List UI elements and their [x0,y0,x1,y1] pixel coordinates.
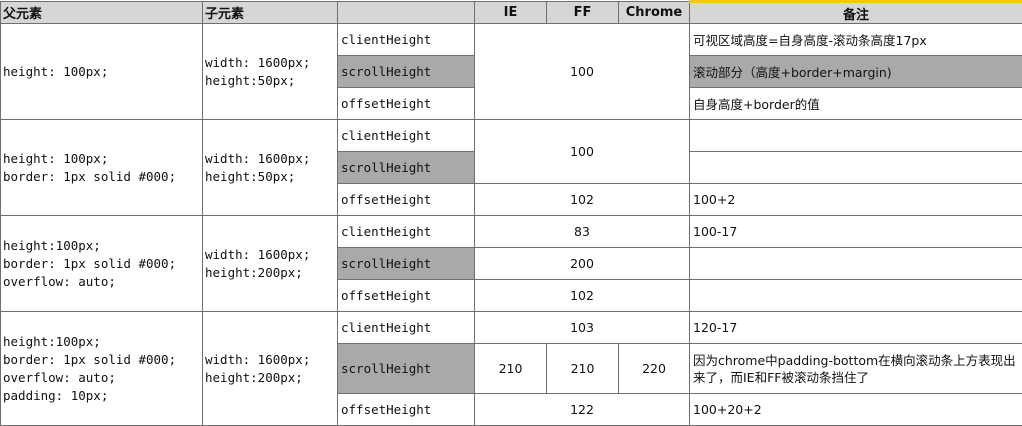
property-cell: clientHeight [337,23,475,56]
note-cell [689,247,1022,280]
child-css-cell: width: 1600px; height:50px; [202,119,338,216]
property-cell: clientHeight [337,215,475,248]
header-ie: IE [474,1,547,24]
property-cell: clientHeight [337,119,475,152]
property-cell: scrollHeight [337,55,475,88]
note-cell [689,151,1022,184]
comparison-table: 父元素 子元素 IE FF Chrome 备注 height: 100px; w… [0,0,1022,426]
note-cell: 100+20+2 [689,393,1022,426]
child-css-cell: width: 1600px; height:200px; [202,311,338,426]
child-css-cell: width: 1600px; height:200px; [202,215,338,312]
note-cell [689,119,1022,152]
header-row: 父元素 子元素 IE FF Chrome 备注 [0,0,1022,24]
table-row: height:100px; border: 1px solid #000; ov… [0,215,1022,312]
header-child: 子元素 [202,1,338,24]
note-cell: 因为chrome中padding-bottom在横向滚动条上方表现出来了，而IE… [689,343,1022,394]
value-cell: 200 [474,247,690,280]
note-cell: 可视区域高度=自身高度-滚动条高度17px [689,23,1022,56]
parent-css-cell: height: 100px; [0,23,203,120]
value-cell: 122 [474,393,690,426]
note-cell: 120-17 [689,311,1022,344]
note-cell: 100+2 [689,183,1022,216]
ie-value-cell: 210 [474,343,547,394]
property-cell: scrollHeight [337,247,475,280]
note-cell: 100-17 [689,215,1022,248]
ff-value-cell: 210 [546,343,619,394]
note-cell: 自身高度+border的值 [689,87,1022,120]
property-cell: offsetHeight [337,87,475,120]
value-cell: 103 [474,311,690,344]
child-css-cell: width: 1600px; height:50px; [202,23,338,120]
table-row: height:100px; border: 1px solid #000; ov… [0,311,1022,426]
property-cell: scrollHeight [337,151,475,184]
parent-css-cell: height:100px; border: 1px solid #000; ov… [0,215,203,312]
value-cell: 102 [474,279,690,312]
property-cell: offsetHeight [337,279,475,312]
chrome-value-cell: 220 [618,343,690,394]
value-cell: 100 [474,23,690,120]
header-ff: FF [546,1,619,24]
parent-css-cell: height:100px; border: 1px solid #000; ov… [0,311,203,426]
value-cell: 102 [474,183,690,216]
header-property [337,1,475,24]
table-row: height: 100px; border: 1px solid #000; w… [0,119,1022,216]
table-row: height: 100px; width: 1600px; height:50p… [0,23,1022,120]
header-note: 备注 [689,0,1022,24]
parent-css-cell: height: 100px; border: 1px solid #000; [0,119,203,216]
value-cell: 100 [474,119,690,184]
property-cell: clientHeight [337,311,475,344]
property-cell: offsetHeight [337,393,475,426]
property-cell: offsetHeight [337,183,475,216]
value-cell: 83 [474,215,690,248]
note-cell [689,279,1022,312]
property-cell: scrollHeight [337,343,475,394]
note-cell: 滚动部分（高度+border+margin) [689,55,1022,88]
header-chrome: Chrome [618,1,690,24]
header-parent: 父元素 [0,1,203,24]
